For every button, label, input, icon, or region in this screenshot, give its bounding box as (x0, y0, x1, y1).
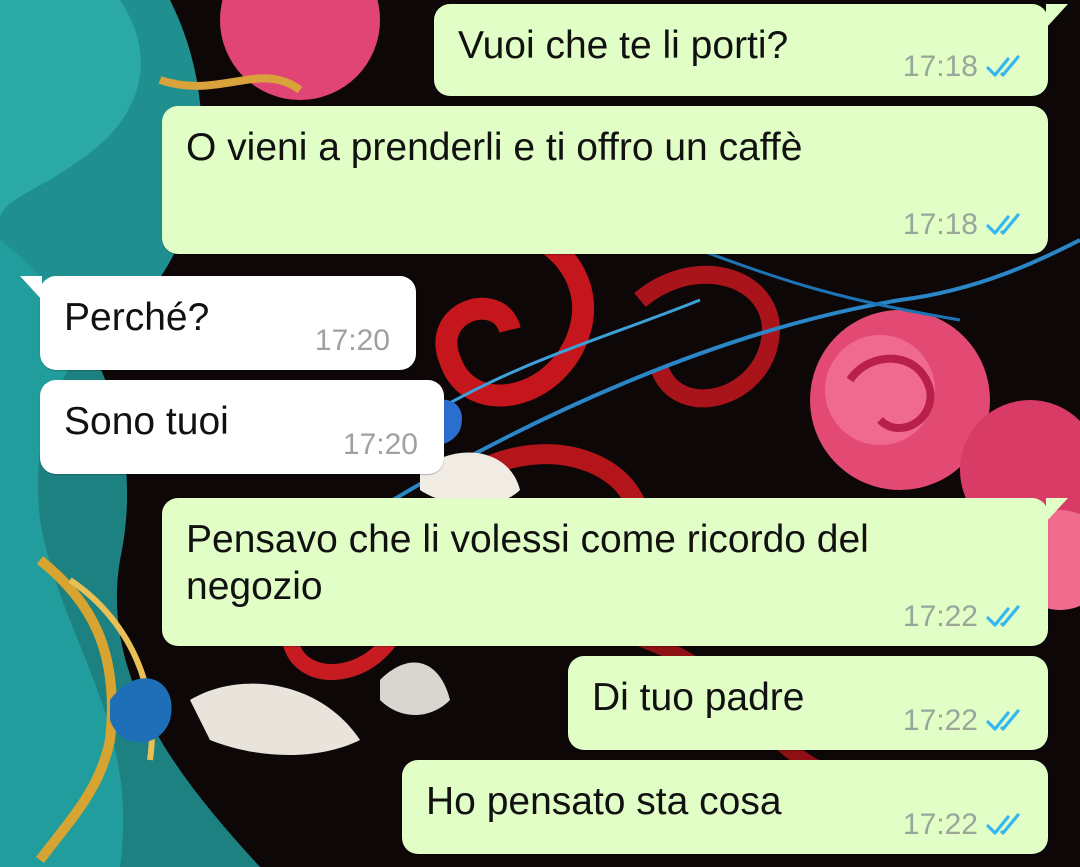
double-check-read-icon (986, 605, 1020, 627)
message-timestamp: 17:20 (342, 428, 418, 461)
message-meta: 17:20 (343, 428, 418, 462)
incoming-message-bubble[interactable]: Sono tuoi 17:20 (40, 380, 444, 474)
outgoing-message-bubble[interactable]: Ho pensato sta cosa 17:22 (402, 760, 1048, 854)
message-text: Sono tuoi (64, 400, 229, 443)
message-text: Ho pensato sta cosa (426, 780, 782, 823)
message-text: O vieni a prenderli e ti offro un caffè (186, 126, 803, 169)
bubble-tail (20, 276, 42, 300)
message-meta: 17:20 (315, 324, 390, 358)
message-text: Di tuo padre (592, 676, 805, 719)
outgoing-message-bubble[interactable]: O vieni a prenderli e ti offro un caffè … (162, 106, 1048, 254)
message-text: Perché? (64, 296, 210, 339)
double-check-read-icon (986, 55, 1020, 77)
message-timestamp: 17:18 (902, 50, 978, 83)
message-text: Vuoi che te li porti? (458, 24, 789, 67)
outgoing-message-bubble[interactable]: Vuoi che te li porti? 17:18 (434, 4, 1068, 96)
message-meta: 17:18 (903, 208, 1026, 242)
message-timestamp: 17:22 (902, 600, 978, 633)
double-check-read-icon (986, 709, 1020, 731)
message-timestamp: 17:18 (902, 208, 978, 241)
message-meta: 17:22 (903, 808, 1026, 842)
outgoing-message-bubble[interactable]: Di tuo padre 17:22 (568, 656, 1048, 750)
message-meta: 17:18 (903, 50, 1026, 84)
incoming-message-bubble[interactable]: Perché? 17:20 (20, 276, 416, 370)
double-check-read-icon (986, 813, 1020, 835)
message-timestamp: 17:22 (902, 704, 978, 737)
message-meta: 17:22 (903, 600, 1026, 634)
message-timestamp: 17:22 (902, 808, 978, 841)
bubble-tail (1046, 498, 1068, 522)
outgoing-message-bubble[interactable]: Pensavo che li volessi come ricordo del … (162, 498, 1068, 646)
message-meta: 17:22 (903, 704, 1026, 738)
bubble-tail (1046, 4, 1068, 28)
message-text: Pensavo che li volessi come ricordo del … (186, 518, 869, 608)
double-check-read-icon (986, 213, 1020, 235)
message-timestamp: 17:20 (314, 324, 390, 357)
